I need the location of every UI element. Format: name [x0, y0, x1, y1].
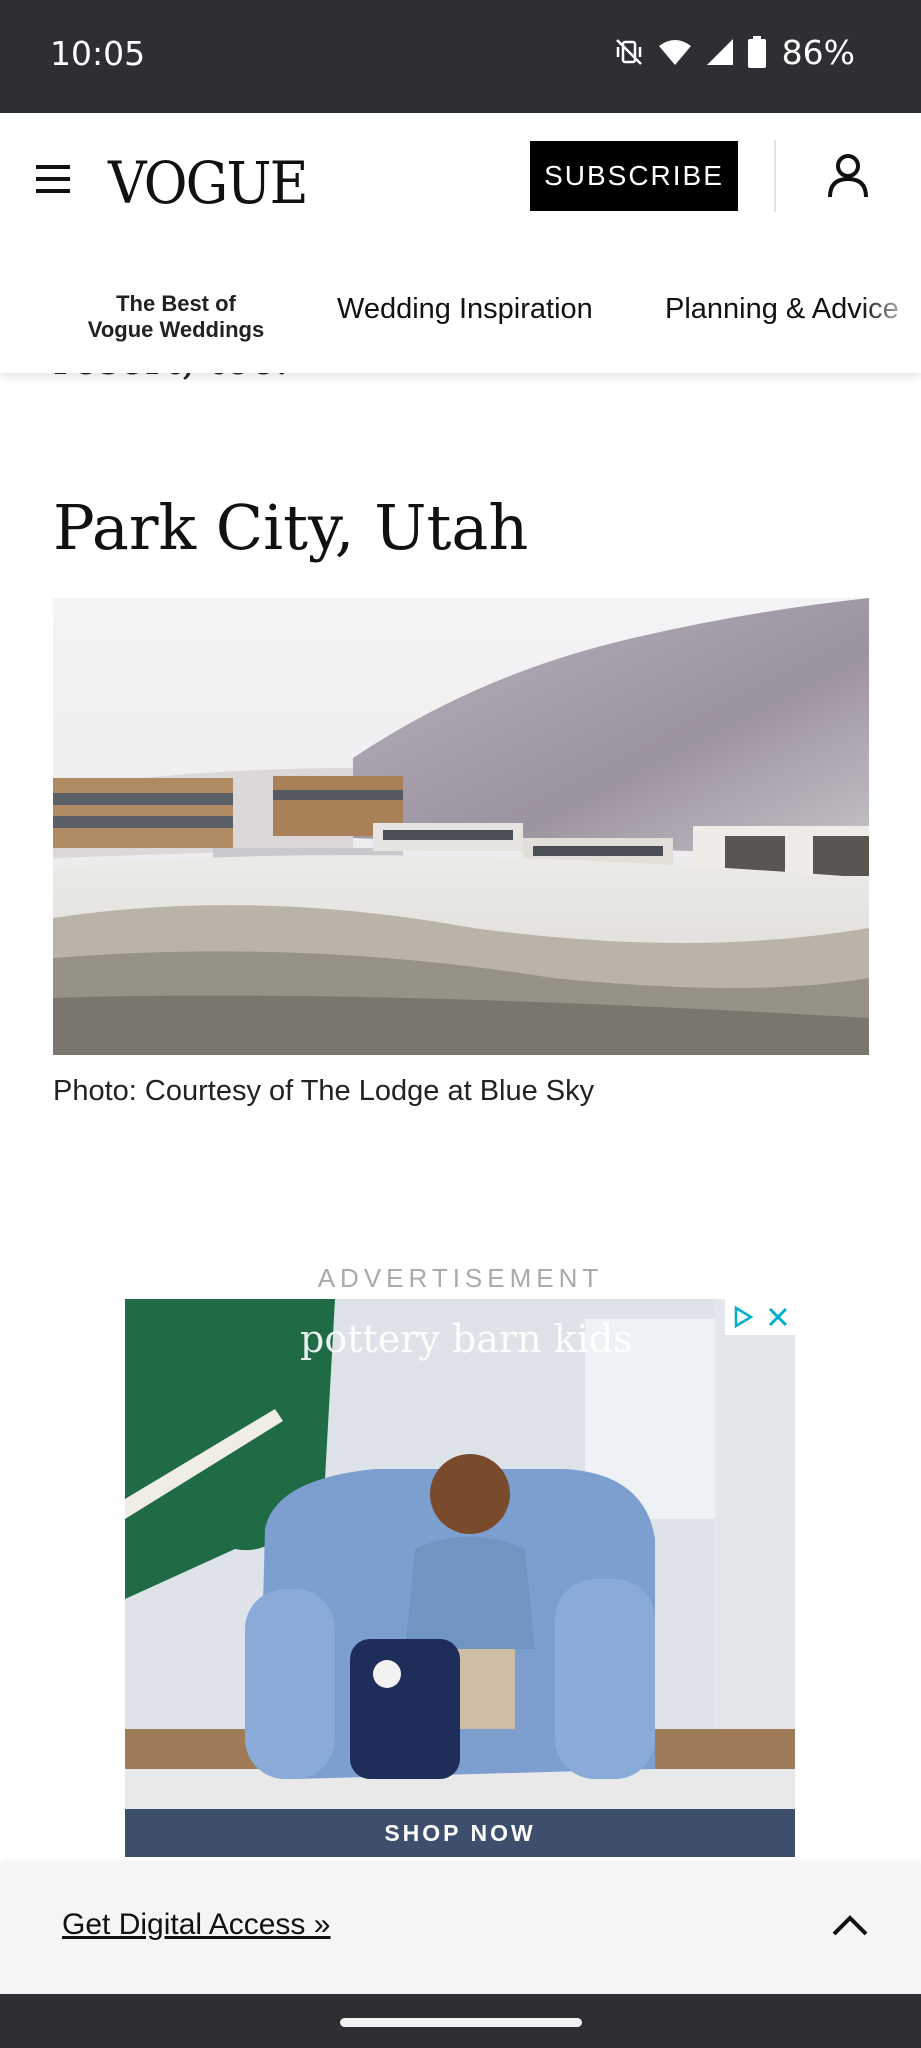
- signal-icon: [706, 39, 733, 65]
- chevron-up-icon[interactable]: [830, 1910, 870, 1940]
- nav-best-line2: Vogue Weddings: [87, 317, 265, 342]
- battery-percent: 86%: [781, 32, 855, 72]
- nav-best-of-vogue-weddings[interactable]: The Best of Vogue Weddings: [66, 291, 286, 343]
- ad-image: [125, 1299, 795, 1857]
- ad-choices[interactable]: [725, 1299, 795, 1335]
- photo-caption: Photo: Courtesy of The Lodge at Blue Sky: [53, 1075, 595, 1107]
- section-nav: The Best of Vogue Weddings Wedding Inspi…: [0, 253, 921, 373]
- header-divider: [774, 140, 776, 212]
- system-nav-bar: [0, 1994, 921, 2048]
- site-header: VOGUE SUBSCRIBE The Best of Vogue Weddin…: [0, 113, 921, 373]
- menu-icon[interactable]: [34, 161, 74, 201]
- wifi-icon: [658, 40, 691, 65]
- account-icon[interactable]: [826, 153, 870, 199]
- advertisement-label: ADVERTISEMENT: [317, 1263, 604, 1293]
- status-icons: 86%: [614, 30, 855, 74]
- nav-best-line1: The Best of: [116, 291, 236, 316]
- status-bar: 10:05 86%: [0, 0, 921, 113]
- section-heading: Park City, Utah: [53, 491, 529, 564]
- adchoices-icon[interactable]: [731, 1305, 755, 1329]
- digital-access-bar: Get Digital Access »: [0, 1864, 921, 1994]
- advertisement[interactable]: pottery barn kids SHOP NOW: [125, 1299, 795, 1857]
- status-time: 10:05: [50, 34, 146, 73]
- get-digital-access-link[interactable]: Get Digital Access »: [62, 1908, 330, 1942]
- nav-fade: [861, 273, 921, 363]
- article-photo: [53, 598, 869, 1055]
- close-ad-icon[interactable]: [767, 1306, 789, 1328]
- battery-icon: [747, 36, 766, 68]
- home-gesture-bar[interactable]: [340, 2018, 582, 2027]
- subscribe-button[interactable]: SUBSCRIBE: [530, 141, 738, 211]
- nav-item-wedding-inspiration[interactable]: Wedding Inspiration: [337, 293, 593, 326]
- vibrate-off-icon: [615, 39, 642, 65]
- ad-shop-now-button[interactable]: SHOP NOW: [125, 1809, 795, 1857]
- ad-brand: pottery barn kids: [300, 1317, 633, 1361]
- vogue-logo[interactable]: VOGUE: [108, 149, 309, 217]
